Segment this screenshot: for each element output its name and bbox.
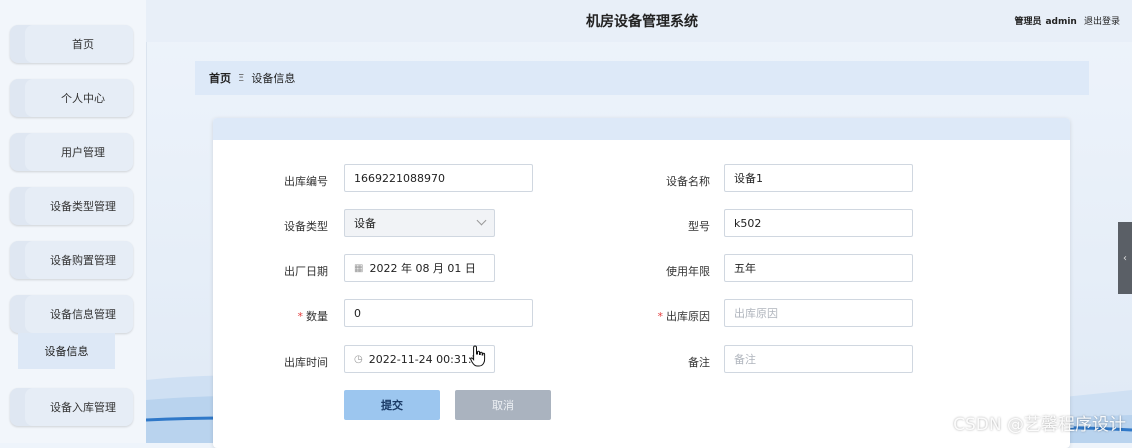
user-role: 管理员: [1014, 17, 1042, 27]
out-no-input[interactable]: 1669221088970: [344, 164, 533, 192]
form-card-header: [213, 118, 1070, 140]
logout-link[interactable]: 退出登录: [1084, 17, 1120, 27]
clock-icon: ◷: [354, 353, 363, 365]
quantity-label: * 数量: [297, 310, 329, 323]
breadcrumb-current: 设备信息: [251, 72, 296, 85]
factory-date-label: 出厂日期: [284, 265, 328, 278]
watermark: CSDN @艺馨程序设计: [953, 415, 1126, 435]
top-header: 机房设备管理系统 管理员 admin 退出登录: [146, 0, 1132, 42]
sidebar-item-label: 首页: [72, 38, 94, 51]
breadcrumb-home[interactable]: 首页: [209, 70, 231, 86]
device-name-input[interactable]: 设备1: [724, 164, 913, 192]
sidebar-item-personal-center[interactable]: 个人中心: [10, 79, 133, 117]
model-input[interactable]: k502: [724, 209, 913, 237]
chevron-down-icon: [476, 215, 487, 226]
submit-button[interactable]: 提交: [344, 390, 440, 420]
factory-date-picker[interactable]: ▦ 2022 年 08 月 01 日: [344, 254, 495, 282]
calendar-icon: ▦: [354, 262, 364, 274]
chevron-left-icon: ‹: [1123, 252, 1127, 264]
service-life-label: 使用年限: [666, 265, 710, 278]
sidebar-item-device-purchase-management[interactable]: 设备购置管理: [10, 241, 133, 279]
hand-cursor-icon: [470, 345, 486, 367]
form-card: 出库编号 1669221088970 设备名称 设备1 设备类型 设备 型号 k…: [213, 118, 1070, 448]
submenu-item-label: 设备信息: [44, 345, 89, 358]
device-type-select[interactable]: 设备: [344, 209, 495, 237]
sidebar-item-label: 设备购置管理: [50, 254, 116, 267]
device-type-value: 设备: [354, 217, 376, 230]
sidebar-item-user-management[interactable]: 用户管理: [10, 133, 133, 171]
out-time-value: 2022-11-24 00:31:28: [368, 352, 486, 366]
sidebar-item-label: 用户管理: [61, 146, 105, 159]
out-reason-label: * 出库原因: [657, 310, 711, 323]
sidebar-item-label: 设备信息管理: [50, 308, 116, 321]
sidebar: 首页 个人中心 用户管理 设备类型管理 设备购置管理 设备信息管理 设备信息 设…: [0, 0, 147, 443]
required-mark: *: [657, 310, 664, 323]
quantity-input[interactable]: 0: [344, 299, 533, 327]
sidebar-item-home[interactable]: 首页: [10, 25, 133, 63]
out-reason-input[interactable]: 出库原因: [724, 299, 913, 327]
out-no-label: 出库编号: [284, 175, 328, 188]
submenu-item-device-info[interactable]: 设备信息: [18, 333, 115, 369]
service-life-input[interactable]: 五年: [724, 254, 913, 282]
user-area: 管理员 admin 退出登录: [1010, 14, 1120, 27]
remark-input[interactable]: 备注: [724, 345, 913, 373]
breadcrumb: 首页 Ξ 设备信息: [195, 61, 1089, 95]
cancel-button[interactable]: 取消: [455, 390, 551, 420]
breadcrumb-separator-icon: Ξ: [238, 72, 245, 84]
remark-label: 备注: [688, 356, 710, 369]
sidebar-item-label: 设备入库管理: [50, 401, 116, 414]
sidebar-item-device-inbound-management[interactable]: 设备入库管理: [10, 388, 133, 426]
sidebar-item-device-info-management[interactable]: 设备信息管理: [10, 295, 133, 333]
sidebar-item-label: 设备类型管理: [50, 200, 116, 213]
sidebar-item-label: 个人中心: [61, 92, 105, 105]
device-name-label: 设备名称: [666, 175, 710, 188]
device-type-label: 设备类型: [284, 220, 328, 233]
required-mark: *: [297, 310, 304, 323]
collapse-tab[interactable]: ‹: [1118, 222, 1132, 294]
model-label: 型号: [688, 220, 710, 233]
app-title: 机房设备管理系统: [586, 14, 698, 30]
user-name: admin: [1045, 17, 1077, 27]
factory-date-value: 2022 年 08 月 01 日: [369, 262, 476, 275]
sidebar-item-device-type-management[interactable]: 设备类型管理: [10, 187, 133, 225]
out-time-label: 出库时间: [284, 356, 328, 369]
